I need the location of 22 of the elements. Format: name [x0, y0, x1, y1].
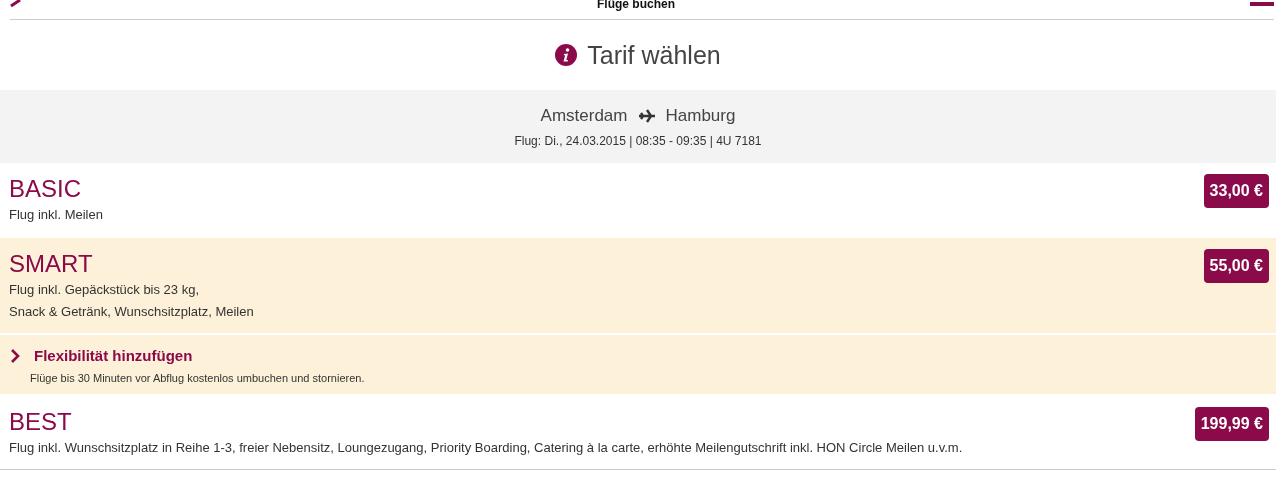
- destination-city: Hamburg: [665, 105, 736, 126]
- origin-city: Amsterdam: [540, 105, 628, 126]
- price-tag[interactable]: 33,00 €: [1203, 174, 1269, 208]
- fare-name: BASIC: [9, 174, 83, 204]
- fare-description: Flug inkl. Meilen: [9, 206, 103, 224]
- page-title: Flüge buchen: [597, 0, 675, 10]
- airplane-icon: [637, 107, 656, 124]
- fare-description: Flug inkl. Wunschsitzplatz in Reihe 1-3, freier Nebensitz, Loungezugang, Priority Boarding, Catering à la carte, erhöhte Meilengutschrift inkl. HON Circle Meilen u.v.m.: [9, 439, 963, 457]
- fare-row[interactable]: SMART Flug inkl. Gepäckstück bis 23 kg, Snack & Getränk, Wunschsitzplatz, Meilen 55,00 €: [0, 238, 1276, 335]
- back-icon[interactable]: [8, 0, 22, 10]
- page-heading: Tarif wählen: [587, 40, 721, 70]
- fare-name: SMART: [9, 249, 94, 279]
- fare-description: Flug inkl. Gepäckstück bis 23 kg, Snack & Getränk, Wunschsitzplatz, Meilen: [9, 281, 254, 321]
- chevron-icon[interactable]: [10, 348, 20, 363]
- flight-info: Flug: Di., 24.03.2015 | 08:35 - 09:35 | 4U 7181: [514, 133, 762, 148]
- fare-name: BEST: [9, 407, 73, 437]
- addon-link[interactable]: Flexibilität hinzufügen: [34, 347, 193, 364]
- price-tag[interactable]: 55,00 €: [1203, 249, 1269, 283]
- info-icon[interactable]: [555, 44, 578, 66]
- addon-description: Flüge bis 30 Minuten vor Abflug kostenlos umbuchen und stornieren.: [30, 372, 366, 384]
- price-tag[interactable]: 199,99 €: [1194, 407, 1269, 441]
- menu-icon[interactable]: [1250, 0, 1274, 8]
